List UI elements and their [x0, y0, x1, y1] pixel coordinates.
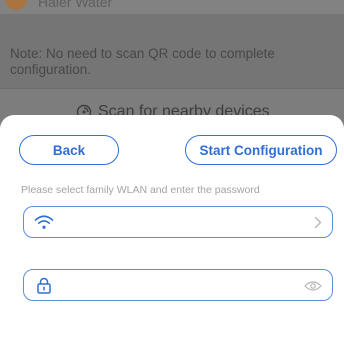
background-title: Haier Water — [38, 0, 113, 10]
wifi-icon — [34, 214, 54, 231]
wlan-config-sheet: Back Start Configuration Please select f… — [0, 115, 344, 337]
wlan-name-input[interactable] — [66, 211, 296, 233]
background-header: Haier Water — [0, 0, 344, 14]
wlan-select-field[interactable] — [23, 206, 333, 238]
background-note-text: Note: No need to scan QR code to complet… — [10, 46, 275, 77]
back-button[interactable]: Back — [19, 135, 119, 165]
wlan-password-field[interactable] — [23, 269, 333, 301]
chevron-right-icon[interactable] — [314, 216, 322, 234]
eye-icon[interactable] — [304, 279, 322, 297]
wlan-password-input[interactable] — [66, 274, 296, 296]
start-configuration-button[interactable]: Start Configuration — [185, 135, 337, 165]
background-note-panel: Note: No need to scan QR code to complet… — [0, 14, 344, 88]
device-avatar — [5, 0, 27, 10]
wlan-instruction-text: Please select family WLAN and enter the … — [21, 184, 260, 196]
lock-icon — [34, 277, 54, 294]
